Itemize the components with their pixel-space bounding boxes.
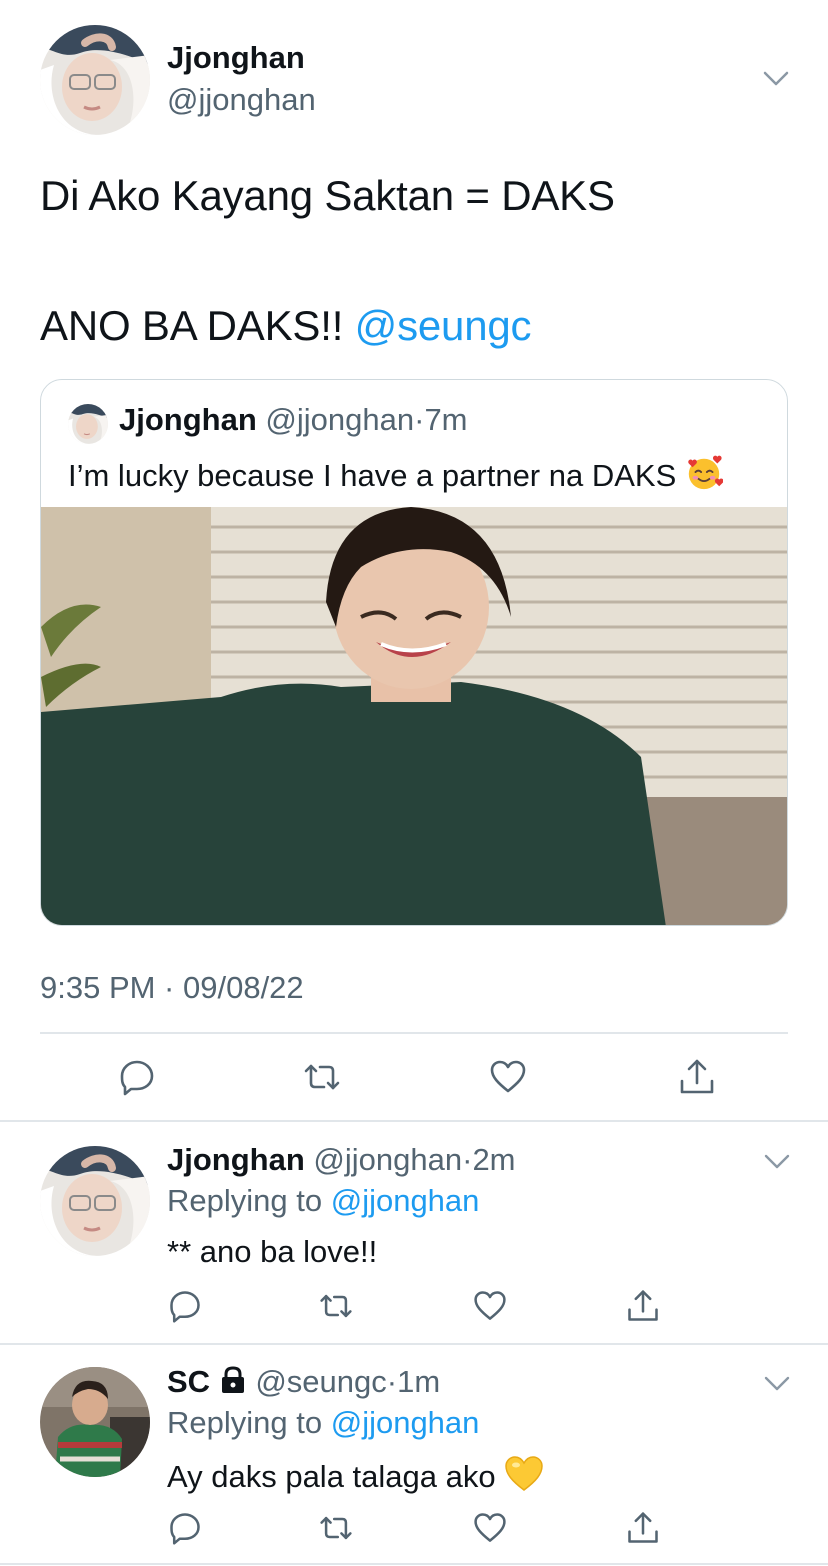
- divider: [0, 1563, 828, 1565]
- replying-to-link[interactable]: @jjonghan: [331, 1405, 480, 1440]
- reply-handle[interactable]: @jjonghan: [313, 1142, 462, 1177]
- reply-separator: ·: [386, 1364, 398, 1399]
- reply-display-name[interactable]: Jjonghan: [167, 1142, 305, 1177]
- chevron-down-icon[interactable]: [762, 1148, 792, 1174]
- reply-separator: ·: [462, 1142, 473, 1177]
- quoted-tweet-separator: ·: [414, 402, 425, 437]
- like-icon[interactable]: [472, 1510, 508, 1546]
- reply-avatar[interactable]: [40, 1367, 150, 1477]
- chevron-down-icon[interactable]: [762, 1370, 792, 1396]
- quoted-tweet-handle: @jjonghan: [265, 402, 415, 437]
- main-tweet-handle[interactable]: @jjonghan: [167, 82, 316, 118]
- divider: [0, 1343, 828, 1345]
- main-tweet-text-line2-body: ANO BA DAKS!!: [40, 302, 355, 349]
- reply-handle[interactable]: @seungc: [255, 1364, 386, 1399]
- like-icon[interactable]: [488, 1057, 528, 1097]
- main-tweet-text-line1: Di Ako Kayang Saktan = DAKS: [40, 172, 615, 219]
- reply-icon[interactable]: [167, 1288, 203, 1324]
- mention-link[interactable]: @seungc: [355, 302, 532, 349]
- retweet-icon[interactable]: [302, 1057, 342, 1097]
- reply-avatar[interactable]: [40, 1146, 150, 1256]
- reply-icon[interactable]: [167, 1510, 203, 1546]
- retweet-icon[interactable]: [318, 1510, 354, 1546]
- main-tweet-text-line2: ANO BA DAKS!! @seungc: [40, 302, 532, 350]
- quoted-tweet-card[interactable]: Jjonghan @jjonghan·7m I’m lucky because …: [40, 379, 788, 926]
- reply-text-body: Ay daks pala talaga ako: [167, 1459, 505, 1494]
- lock-icon: [219, 1365, 247, 1403]
- reply-time[interactable]: 1m: [397, 1364, 440, 1399]
- main-tweet-timestamp[interactable]: 9:35 PM · 09/08/22: [40, 970, 304, 1006]
- divider: [40, 1032, 788, 1034]
- reply-header: Jjonghan @jjonghan·2m: [167, 1142, 516, 1178]
- retweet-icon[interactable]: [318, 1288, 354, 1324]
- reply-time[interactable]: 2m: [472, 1142, 515, 1177]
- chevron-down-icon[interactable]: [760, 64, 792, 92]
- quoted-tweet-time: 7m: [424, 402, 468, 437]
- replying-to-line: Replying to @jjonghan: [167, 1405, 479, 1441]
- main-tweet-avatar[interactable]: [40, 25, 150, 135]
- reply-text: ** ano ba love!!: [167, 1234, 378, 1269]
- yellow-heart-icon: [504, 1455, 544, 1501]
- replying-to-prefix: Replying to: [167, 1183, 331, 1218]
- replying-to-link[interactable]: @jjonghan: [331, 1183, 480, 1218]
- reply-display-name[interactable]: SC: [167, 1364, 210, 1399]
- reply-header: SC @seungc·1m: [167, 1364, 440, 1403]
- quoted-tweet-header: Jjonghan @jjonghan·7m: [119, 402, 468, 438]
- replying-to-prefix: Replying to: [167, 1405, 331, 1440]
- main-tweet-display-name[interactable]: Jjonghan: [167, 40, 305, 76]
- share-icon[interactable]: [625, 1510, 661, 1546]
- divider: [0, 1120, 828, 1122]
- reply-text: Ay daks pala talaga ako: [167, 1455, 544, 1501]
- smiling-face-with-hearts-icon: [685, 454, 724, 500]
- quoted-tweet-display-name: Jjonghan: [119, 402, 257, 437]
- replying-to-line: Replying to @jjonghan: [167, 1183, 479, 1219]
- like-icon[interactable]: [472, 1288, 508, 1324]
- quoted-tweet-avatar: [68, 404, 108, 444]
- quoted-tweet-text-body: I’m lucky because I have a partner na DA…: [68, 458, 685, 493]
- quoted-tweet-text: I’m lucky because I have a partner na DA…: [68, 454, 724, 500]
- share-icon[interactable]: [677, 1057, 717, 1097]
- share-icon[interactable]: [625, 1288, 661, 1324]
- quoted-tweet-photo[interactable]: [41, 507, 787, 925]
- reply-icon[interactable]: [117, 1057, 157, 1097]
